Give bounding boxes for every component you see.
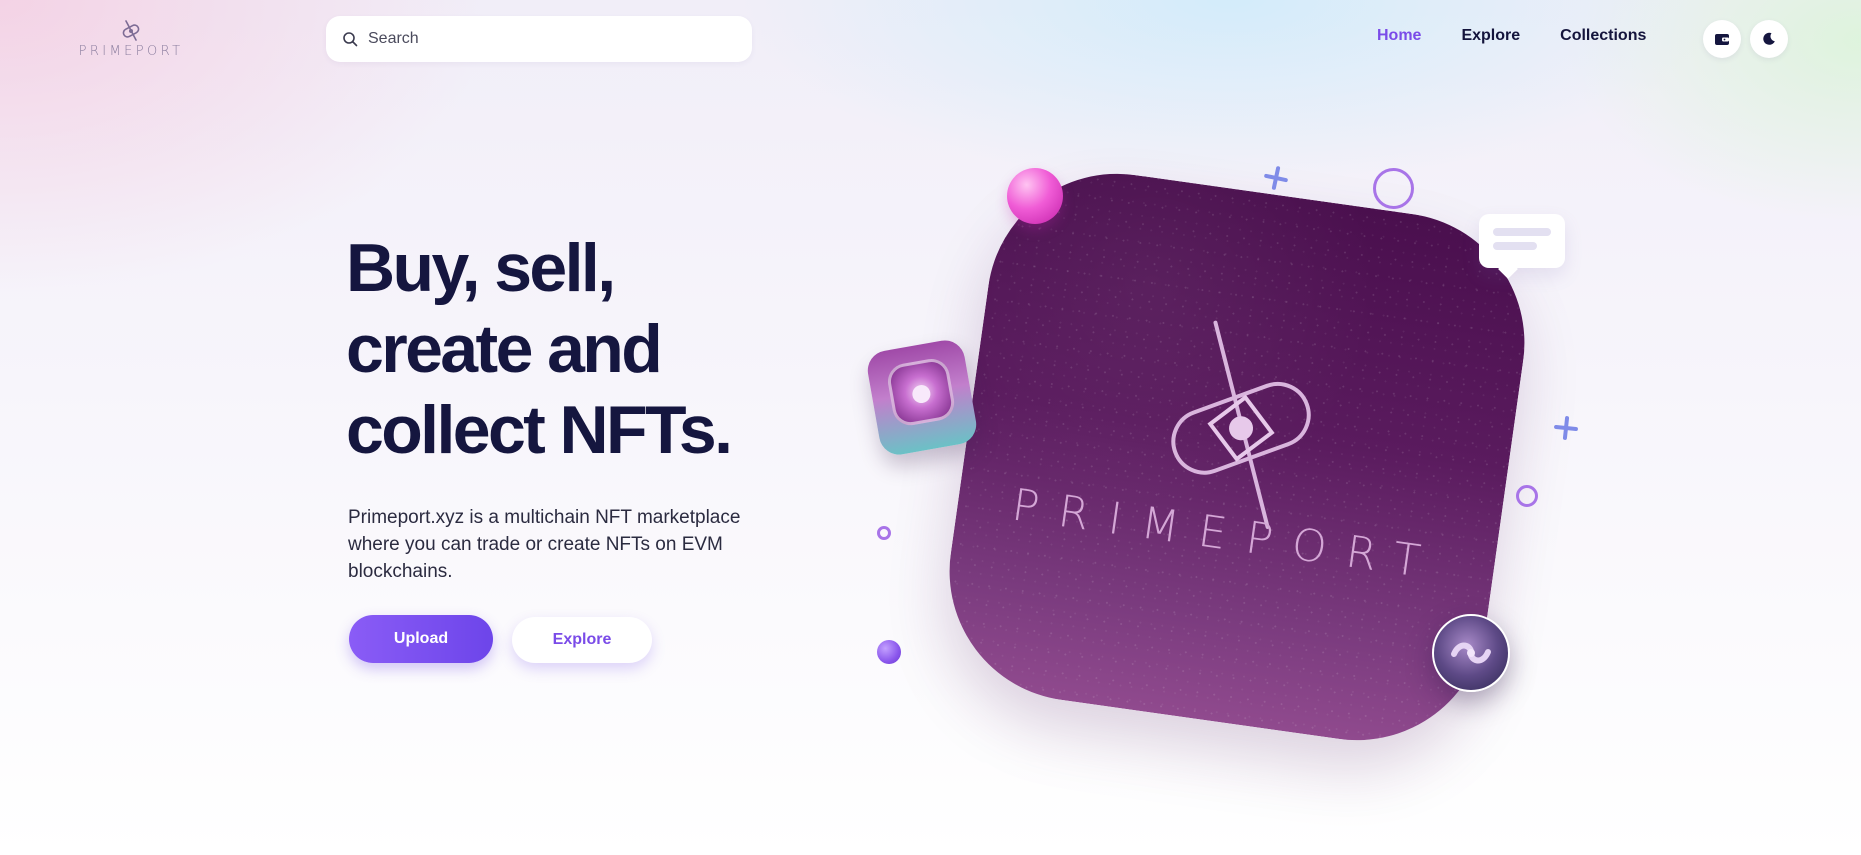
plus-icon: [1554, 416, 1578, 440]
explore-button[interactable]: Explore: [512, 617, 652, 663]
wallet-icon: [1715, 34, 1729, 45]
search-bar[interactable]: [326, 16, 752, 62]
moon-icon: [1763, 32, 1775, 45]
nav-home[interactable]: Home: [1377, 27, 1421, 45]
ring-decoration: [1373, 168, 1414, 209]
avatar[interactable]: [1432, 614, 1510, 692]
hero-description: Primeport.xyz is a multichain NFT market…: [348, 507, 741, 582]
pink-sphere-decoration: [1007, 168, 1063, 224]
search-input[interactable]: [368, 30, 738, 48]
upload-button[interactable]: Upload: [349, 615, 493, 663]
logo-text: PRIMEPORT: [78, 44, 184, 59]
ring-decoration: [1516, 485, 1538, 507]
chat-line: [1493, 242, 1537, 250]
nft-thumbnail[interactable]: [864, 337, 980, 458]
hero-title-line: Buy, sell,: [346, 230, 616, 306]
nav-collections[interactable]: Collections: [1560, 27, 1646, 45]
logo-mark-icon: [122, 20, 140, 41]
search-icon: [343, 32, 358, 47]
chat-line: [1493, 228, 1551, 236]
hero-title-line: create and: [346, 311, 663, 387]
ring-decoration: [877, 526, 891, 540]
nav-explore[interactable]: Explore: [1461, 27, 1520, 45]
chat-bubble-decoration: [1479, 214, 1565, 268]
logo[interactable]: PRIMEPORT: [76, 20, 186, 59]
purple-dot-decoration: [877, 640, 901, 664]
theme-toggle-button[interactable]: [1750, 20, 1788, 58]
hero-title: Buy, sell, create and collect NFTs.: [346, 228, 776, 471]
hero-title-line: collect NFTs.: [346, 392, 733, 468]
plus-icon: [1264, 166, 1288, 190]
wallet-button[interactable]: [1703, 20, 1741, 58]
swirl-icon: [1451, 642, 1491, 664]
main-nav: Home Explore Collections: [1377, 27, 1646, 45]
